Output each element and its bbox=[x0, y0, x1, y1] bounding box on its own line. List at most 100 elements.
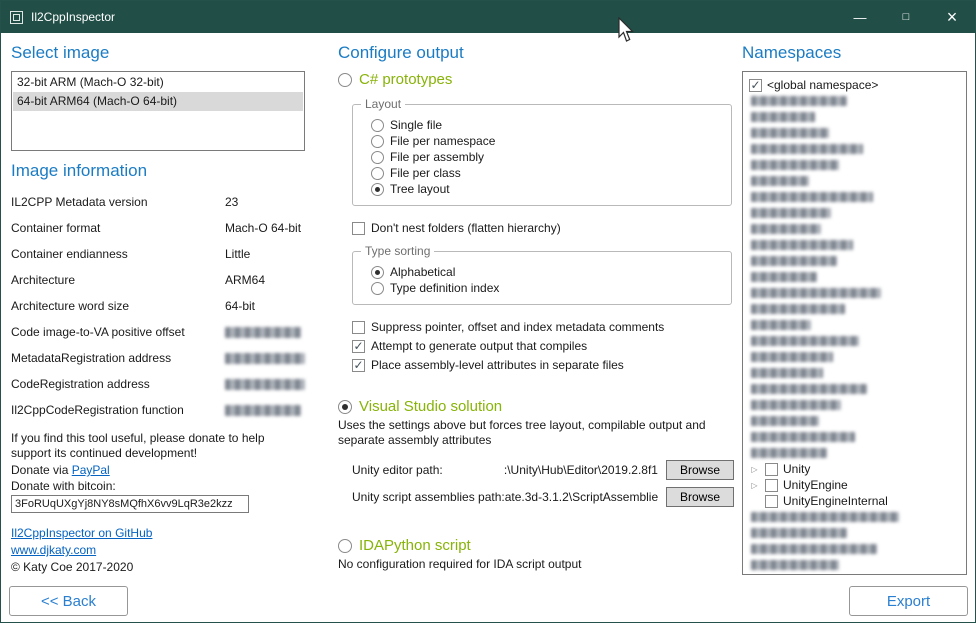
redacted-value bbox=[225, 405, 301, 416]
website-link[interactable]: www.djkaty.com bbox=[11, 543, 96, 557]
separate-attributes-checkbox[interactable]: Place assembly-level attributes in separ… bbox=[352, 358, 740, 372]
redacted-namespace bbox=[751, 96, 847, 106]
radio-option-label: Alphabetical bbox=[390, 265, 455, 279]
redacted-namespace bbox=[751, 144, 863, 154]
image-list-item[interactable]: 64-bit ARM64 (Mach-O 64-bit) bbox=[13, 92, 303, 111]
redacted-namespace bbox=[751, 320, 811, 330]
redacted-namespace bbox=[751, 224, 821, 234]
radio-option[interactable]: File per assembly bbox=[371, 149, 721, 165]
radio-icon bbox=[371, 167, 384, 180]
title-bar[interactable]: Il2CppInspector — □ × bbox=[1, 1, 975, 33]
donate-text: If you find this tool useful, please don… bbox=[11, 431, 295, 461]
namespace-checkbox[interactable] bbox=[765, 495, 778, 508]
namespace-list[interactable]: <global namespace>▷Unity▷UnityEngineUnit… bbox=[742, 71, 967, 575]
csharp-prototypes-label: C# prototypes bbox=[359, 71, 452, 88]
flatten-checkbox-icon bbox=[352, 222, 365, 235]
export-button[interactable]: Export bbox=[849, 586, 968, 616]
mouse-cursor bbox=[617, 17, 635, 44]
visual-studio-option[interactable]: Visual Studio solution bbox=[338, 398, 740, 415]
compilable-output-checkbox-icon bbox=[352, 340, 365, 353]
image-list-item[interactable]: 32-bit ARM (Mach-O 32-bit) bbox=[13, 73, 303, 92]
namespace-checkbox[interactable] bbox=[765, 479, 778, 492]
expander-icon[interactable]: ▷ bbox=[749, 481, 760, 490]
namespaces-panel: Namespaces <global namespace>▷Unity▷Unit… bbox=[742, 33, 967, 575]
redacted-namespace bbox=[751, 128, 829, 138]
unity-editor-path-label: Unity editor path: bbox=[352, 463, 443, 477]
type-sorting-groupbox: Type sorting AlphabeticalType definition… bbox=[352, 251, 732, 305]
github-link[interactable]: Il2CppInspector on GitHub bbox=[11, 526, 152, 540]
namespace-item bbox=[746, 397, 963, 413]
namespace-item bbox=[746, 269, 963, 285]
window-title: Il2CppInspector bbox=[31, 10, 115, 24]
idapython-option[interactable]: IDAPython script bbox=[338, 537, 740, 554]
unity-script-browse-button[interactable]: Browse bbox=[666, 487, 734, 507]
namespace-checkbox[interactable] bbox=[765, 463, 778, 476]
donate-paypal-line: Donate via PayPal bbox=[11, 463, 305, 477]
namespaces-heading: Namespaces bbox=[742, 43, 967, 63]
redacted-namespace bbox=[751, 512, 899, 522]
namespace-item[interactable]: ▷Unity bbox=[746, 461, 963, 477]
namespace-item bbox=[746, 109, 963, 125]
namespace-item bbox=[746, 525, 963, 541]
redacted-namespace bbox=[751, 272, 817, 282]
radio-option[interactable]: File per namespace bbox=[371, 133, 721, 149]
radio-icon bbox=[371, 282, 384, 295]
copyright-text: © Katy Coe 2017-2020 bbox=[11, 560, 305, 574]
maximize-button[interactable]: □ bbox=[883, 1, 929, 33]
visual-studio-label: Visual Studio solution bbox=[359, 398, 502, 415]
info-row: Container formatMach-O 64-bit bbox=[11, 215, 305, 241]
suppress-metadata-checkbox[interactable]: Suppress pointer, offset and index metad… bbox=[352, 320, 740, 334]
paypal-link[interactable]: PayPal bbox=[72, 463, 110, 477]
close-button[interactable]: × bbox=[929, 1, 975, 33]
redacted-namespace bbox=[751, 240, 853, 250]
namespace-item bbox=[746, 301, 963, 317]
compilable-output-checkbox[interactable]: Attempt to generate output that compiles bbox=[352, 339, 740, 353]
redacted-namespace bbox=[751, 304, 845, 314]
info-row: MetadataRegistration address bbox=[11, 345, 305, 371]
namespace-item bbox=[746, 157, 963, 173]
namespace-item bbox=[746, 429, 963, 445]
radio-option[interactable]: File per class bbox=[371, 165, 721, 181]
csharp-prototypes-option[interactable]: C# prototypes bbox=[338, 71, 740, 88]
radio-option[interactable]: Alphabetical bbox=[371, 264, 721, 280]
idapython-description: No configuration required for IDA script… bbox=[338, 557, 738, 572]
radio-option-label: Tree layout bbox=[390, 182, 450, 196]
radio-option[interactable]: Tree layout bbox=[371, 181, 721, 197]
redacted-namespace bbox=[751, 384, 867, 394]
info-label: Container endianness bbox=[11, 247, 225, 261]
unity-editor-path-value[interactable]: :\Unity\Hub\Editor\2019.2.8f1 bbox=[443, 463, 658, 477]
unity-editor-browse-button[interactable]: Browse bbox=[666, 460, 734, 480]
back-button[interactable]: << Back bbox=[9, 586, 128, 616]
minimize-button[interactable]: — bbox=[837, 1, 883, 33]
namespace-checkbox[interactable] bbox=[749, 79, 762, 92]
window-controls: — □ × bbox=[837, 1, 975, 33]
radio-option[interactable]: Single file bbox=[371, 117, 721, 133]
unity-script-path-label: Unity script assemblies path: bbox=[352, 490, 505, 504]
namespace-item bbox=[746, 349, 963, 365]
namespace-item[interactable]: UnityEngineInternal bbox=[746, 493, 963, 509]
unity-script-path-value[interactable]: ate.3d-3.1.2\ScriptAssemblies bbox=[505, 490, 658, 504]
separate-attributes-checkbox-label: Place assembly-level attributes in separ… bbox=[371, 358, 624, 372]
radio-option[interactable]: Type definition index bbox=[371, 280, 721, 296]
info-row: Code image-to-VA positive offset bbox=[11, 319, 305, 345]
redacted-namespace bbox=[751, 288, 881, 298]
info-label: Architecture bbox=[11, 273, 225, 287]
redacted-namespace bbox=[751, 544, 877, 554]
flatten-checkbox-label: Don't nest folders (flatten hierarchy) bbox=[371, 221, 561, 235]
info-label: Container format bbox=[11, 221, 225, 235]
image-list[interactable]: 32-bit ARM (Mach-O 32-bit)64-bit ARM64 (… bbox=[11, 71, 305, 151]
info-value: 64-bit bbox=[225, 299, 255, 313]
redacted-namespace bbox=[751, 400, 841, 410]
radio-option-label: File per namespace bbox=[390, 134, 495, 148]
namespace-item bbox=[746, 509, 963, 525]
namespace-item[interactable]: ▷ UnityEngine bbox=[746, 477, 963, 493]
bitcoin-address-input[interactable] bbox=[11, 495, 249, 513]
flatten-checkbox[interactable]: Don't nest folders (flatten hierarchy) bbox=[352, 221, 740, 235]
expander-icon[interactable]: ▷ bbox=[749, 465, 760, 474]
namespace-item[interactable]: <global namespace> bbox=[746, 77, 963, 93]
redacted-value bbox=[225, 327, 301, 338]
namespace-label: UnityEngine bbox=[783, 478, 848, 492]
configure-output-panel: Configure output C# prototypes Layout Si… bbox=[338, 33, 740, 572]
namespace-item bbox=[746, 125, 963, 141]
configure-output-heading: Configure output bbox=[338, 43, 740, 63]
